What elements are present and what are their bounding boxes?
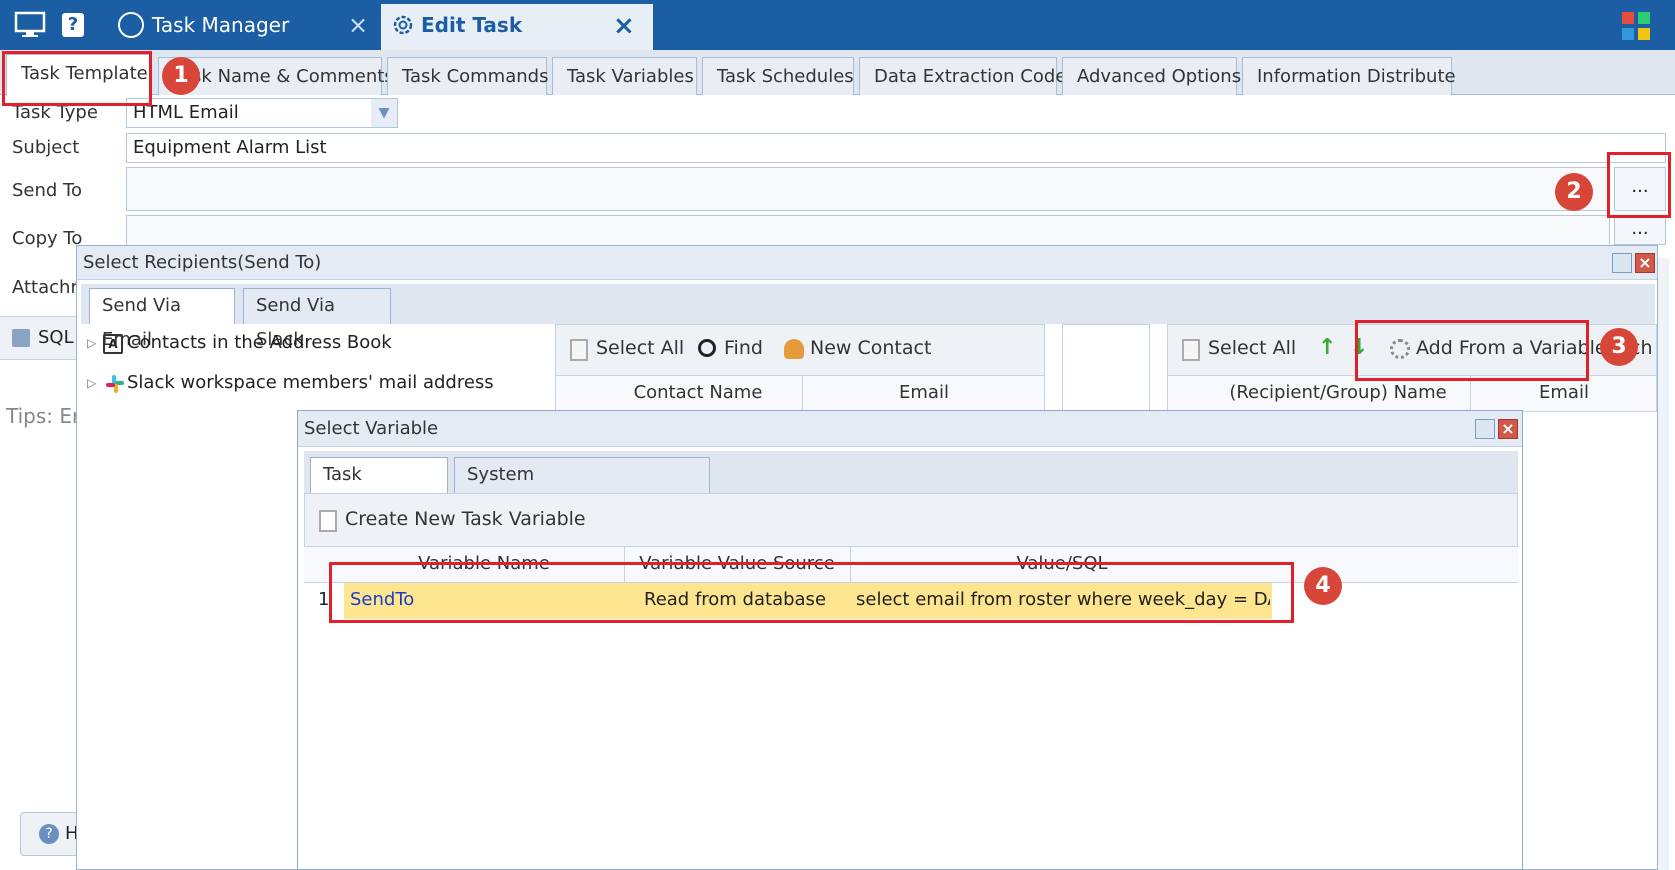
gear-icon bbox=[391, 13, 415, 37]
move-pane bbox=[1062, 324, 1150, 412]
help-circle-icon: ? bbox=[39, 824, 59, 844]
annotation-badge-2: 2 bbox=[1555, 173, 1593, 211]
help-icon[interactable]: ? bbox=[62, 13, 84, 37]
tab-send-via-email[interactable]: Send Via Email bbox=[89, 288, 235, 350]
subject-input[interactable]: Equipment Alarm List bbox=[126, 133, 1666, 163]
monitor-icon[interactable] bbox=[14, 11, 46, 39]
annotation-box-3 bbox=[1355, 320, 1589, 381]
variable-toolbar: Create New Task Variable bbox=[304, 493, 1518, 547]
contacts-tree: ▷ A Contacts in the Address Book ▷ Slack… bbox=[83, 324, 547, 412]
tab-task-manager-label: Task Manager bbox=[152, 13, 290, 37]
contacts-pane: Select All Find New Contact Contact Name… bbox=[555, 324, 1045, 412]
col-recipient-name: (Recipient/Group) Name bbox=[1229, 382, 1447, 403]
close-icon[interactable]: × bbox=[1498, 419, 1518, 439]
sql-toolbar: SQL bbox=[0, 316, 78, 360]
select-all-recipients-button[interactable]: Select All bbox=[1208, 337, 1296, 359]
close-icon[interactable]: × bbox=[348, 11, 368, 39]
expand-icon[interactable]: ▷ bbox=[87, 376, 96, 390]
subject-value: Equipment Alarm List bbox=[133, 137, 327, 158]
contacts-header: Contact Name Email bbox=[556, 375, 1044, 412]
col-recipient-email: Email bbox=[1539, 382, 1589, 403]
variable-dialog-title: Select Variable bbox=[298, 411, 1522, 447]
annotation-box-4 bbox=[329, 562, 1294, 623]
copy-to-label: Copy To bbox=[12, 228, 83, 249]
select-all-icon bbox=[1182, 339, 1200, 361]
find-button[interactable]: Find bbox=[724, 337, 763, 359]
create-new-variable-button[interactable]: Create New Task Variable bbox=[345, 508, 586, 530]
slack-icon bbox=[105, 374, 125, 394]
col-contact-name: Contact Name bbox=[633, 382, 763, 403]
tab-system-variables[interactable]: System Variables/Functions bbox=[454, 457, 710, 519]
annotation-badge-1: 1 bbox=[162, 57, 200, 95]
search-icon bbox=[698, 339, 716, 357]
attachment-label: Attachr bbox=[12, 277, 78, 298]
annotation-badge-3: 3 bbox=[1600, 328, 1638, 366]
expand-icon[interactable]: ▷ bbox=[87, 336, 96, 350]
send-to-label: Send To bbox=[12, 180, 83, 201]
copy-to-browse-button[interactable]: ... bbox=[1614, 215, 1666, 245]
move-up-icon[interactable]: ↑ bbox=[1318, 335, 1336, 360]
annotation-badge-4: 4 bbox=[1304, 567, 1342, 605]
new-contact-icon bbox=[784, 339, 804, 359]
tab-data-extraction-code[interactable]: Data Extraction Code bbox=[859, 57, 1066, 95]
annotation-box-1 bbox=[2, 51, 152, 106]
send-to-input[interactable] bbox=[126, 167, 1610, 211]
annotation-box-2 bbox=[1607, 152, 1671, 218]
task-manager-icon bbox=[118, 12, 144, 38]
tab-information-distribute[interactable]: Information Distribute bbox=[1242, 57, 1456, 95]
chevron-down-icon[interactable]: ▼ bbox=[371, 99, 397, 127]
new-contact-button[interactable]: New Contact bbox=[810, 337, 931, 359]
task-type-select[interactable]: HTML Email ▼ bbox=[126, 98, 398, 128]
maximize-icon[interactable] bbox=[1475, 419, 1495, 439]
select-all-button[interactable]: Select All bbox=[596, 337, 684, 359]
tab-task-manager[interactable]: Task Manager × bbox=[112, 0, 374, 50]
tab-edit-task-label: Edit Task bbox=[421, 13, 523, 37]
tab-task-schedules[interactable]: Task Schedules bbox=[702, 57, 854, 95]
close-icon[interactable]: × bbox=[1635, 253, 1655, 273]
maximize-icon[interactable] bbox=[1612, 253, 1632, 273]
tree-item-slack-members[interactable]: Slack workspace members' mail address bbox=[127, 372, 494, 393]
address-book-icon: A bbox=[103, 334, 123, 354]
tab-task-commands[interactable]: Task Commands bbox=[387, 57, 548, 95]
subject-label: Subject bbox=[12, 137, 80, 158]
new-document-icon bbox=[319, 510, 337, 532]
close-icon[interactable]: × bbox=[613, 11, 635, 41]
tab-task-variables[interactable]: Task Variables bbox=[552, 57, 697, 95]
sql-icon bbox=[12, 329, 30, 347]
tree-item-contacts[interactable]: Contacts in the Address Book bbox=[127, 332, 392, 353]
help-button[interactable]: ? H bbox=[20, 812, 80, 856]
tips-label: Tips: Er bbox=[6, 404, 81, 428]
tab-task-variable[interactable]: Task Variable bbox=[310, 457, 448, 519]
select-variable-dialog: Select Variable × Task Variable System V… bbox=[297, 410, 1523, 870]
app-logo-icon bbox=[1620, 10, 1652, 42]
sql-label[interactable]: SQL bbox=[38, 327, 74, 348]
tab-advanced-options[interactable]: Advanced Options bbox=[1062, 57, 1241, 95]
col-email: Email bbox=[899, 382, 949, 403]
dialog-title: Select Recipients(Send To) bbox=[77, 246, 1657, 280]
tab-send-via-slack[interactable]: Send Via Slack bbox=[243, 288, 391, 350]
select-all-icon bbox=[570, 339, 588, 361]
row-number: 1 bbox=[318, 589, 330, 610]
tab-edit-task[interactable]: Edit Task × bbox=[381, 4, 653, 50]
